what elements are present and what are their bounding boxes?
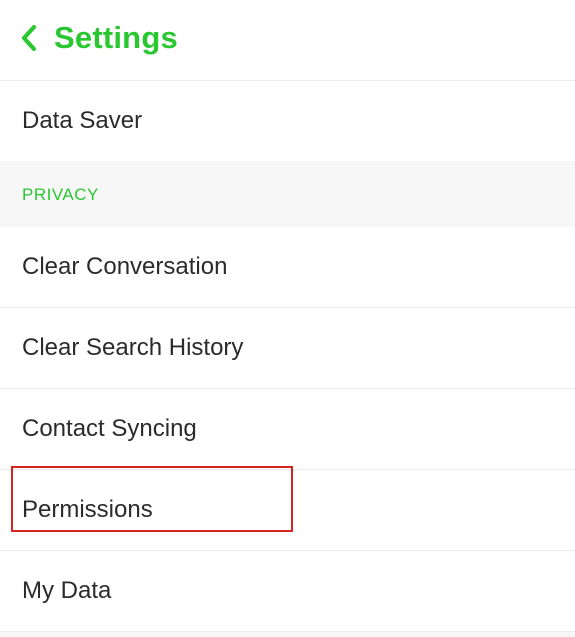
section-header-privacy: PRIVACY	[0, 161, 575, 227]
row-label: My Data	[22, 577, 111, 604]
row-clear-search-history[interactable]: Clear Search History	[0, 308, 575, 388]
header-bar: Settings	[0, 0, 575, 80]
row-label: Clear Conversation	[22, 253, 227, 280]
row-my-data[interactable]: My Data	[0, 551, 575, 631]
row-label: Clear Search History	[22, 334, 243, 361]
row-label: Contact Syncing	[22, 415, 197, 442]
row-data-saver[interactable]: Data Saver	[0, 81, 575, 161]
back-icon[interactable]	[18, 24, 40, 52]
row-label: Permissions	[22, 496, 153, 523]
divider	[0, 631, 575, 637]
row-clear-conversation[interactable]: Clear Conversation	[0, 227, 575, 307]
row-label: Data Saver	[22, 107, 142, 134]
section-header-label: PRIVACY	[22, 185, 99, 204]
page-title: Settings	[54, 20, 178, 56]
row-contact-syncing[interactable]: Contact Syncing	[0, 389, 575, 469]
row-permissions[interactable]: Permissions	[0, 470, 575, 550]
